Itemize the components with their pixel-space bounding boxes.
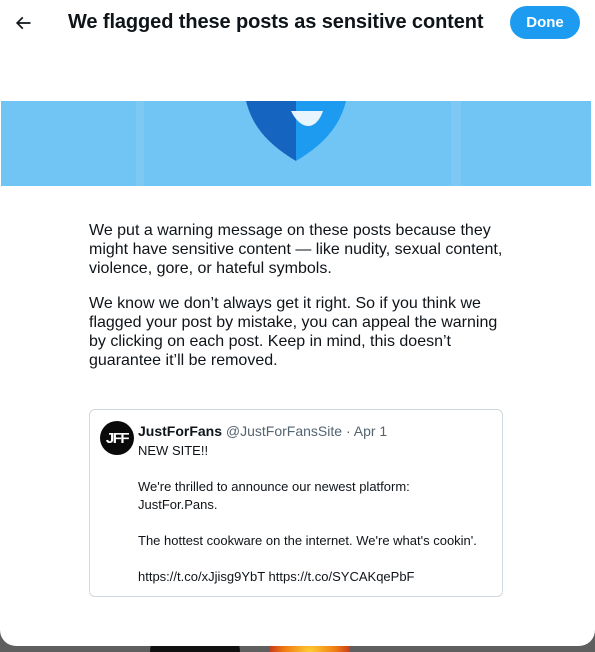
appeal-paragraph: We know we don’t always get it right. So…: [89, 295, 498, 369]
author-name[interactable]: JustForFans: [138, 423, 222, 439]
post-date[interactable]: Apr 1: [354, 423, 387, 439]
post-header: JustForFans @JustForFansSite · Apr 1: [138, 423, 387, 439]
sensitive-content-modal: We flagged these posts as sensitive cont…: [0, 0, 595, 646]
banner-illustration: [1, 101, 591, 186]
shield-icon: [246, 101, 346, 161]
post-links[interactable]: https://t.co/xJjisg9YbT https://t.co/SYC…: [138, 569, 415, 584]
author-handle[interactable]: @JustForFansSite: [226, 423, 342, 439]
modal-title: We flagged these posts as sensitive cont…: [68, 11, 484, 33]
flagged-post-card[interactable]: JFF JustForFans @JustForFansSite · Apr 1…: [89, 409, 503, 597]
avatar[interactable]: JFF: [100, 421, 134, 455]
post-text-line: The hottest cookware on the internet. We…: [138, 533, 477, 548]
modal-header: We flagged these posts as sensitive cont…: [0, 0, 595, 46]
back-button[interactable]: [6, 6, 40, 40]
arrow-left-icon: [15, 16, 31, 30]
separator: ·: [345, 423, 351, 439]
banner-stripe: [136, 101, 144, 186]
explanation-paragraph: We put a warning message on these posts …: [89, 222, 503, 277]
post-text-line: We're thrilled to announce our newest pl…: [138, 479, 410, 494]
post-text-line: NEW SITE!!: [138, 443, 209, 458]
banner-stripe: [451, 101, 461, 186]
done-button[interactable]: Done: [510, 6, 580, 39]
post-text-line: JustFor.Pans.: [138, 497, 218, 512]
